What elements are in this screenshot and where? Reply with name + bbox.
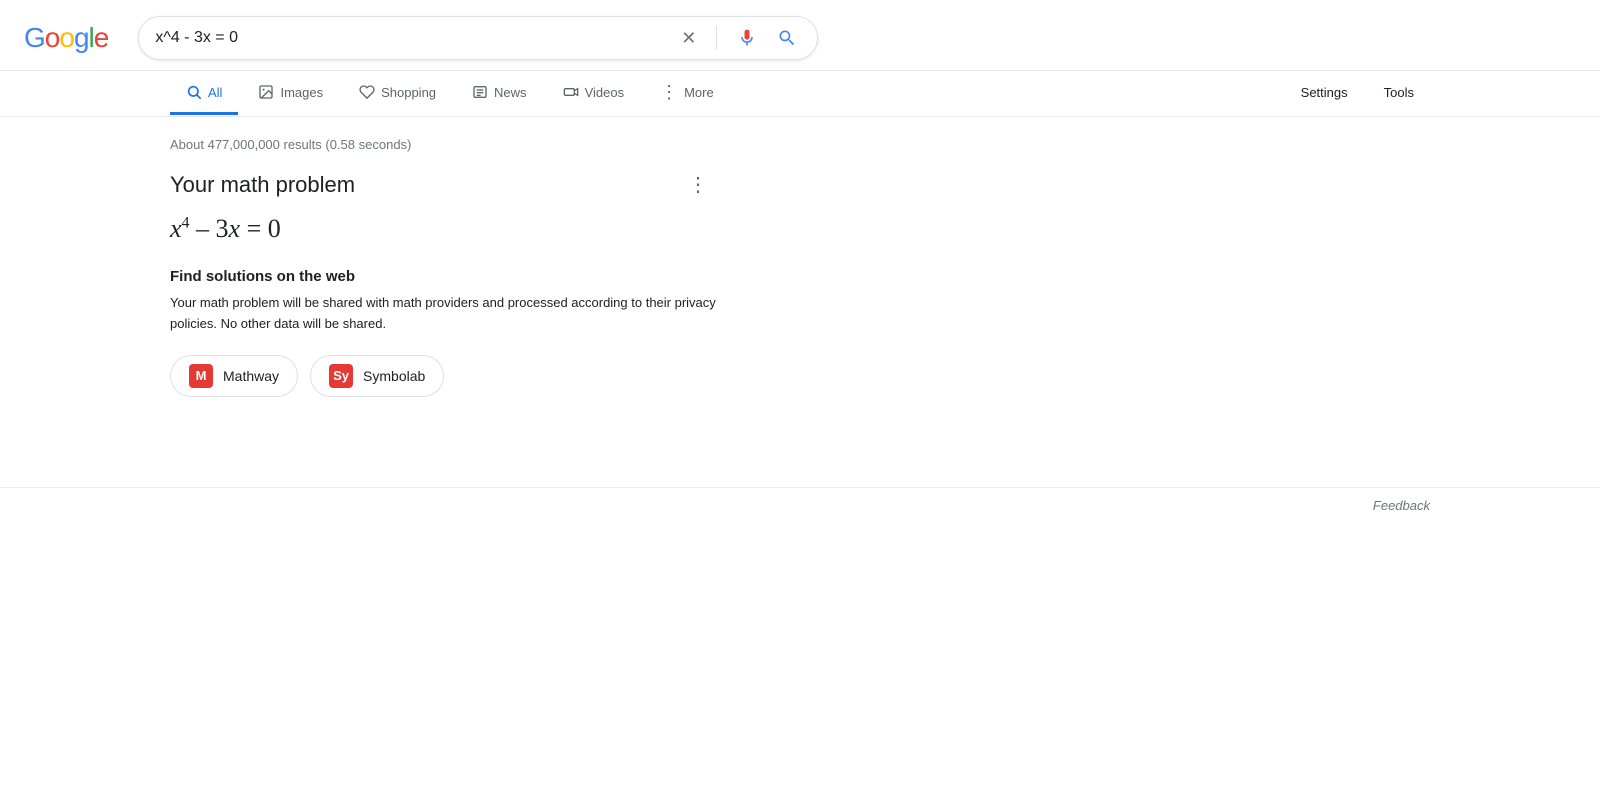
settings-link[interactable]: Settings — [1285, 73, 1364, 115]
tab-news[interactable]: News — [456, 72, 543, 115]
math-card-menu-button[interactable]: ⋮ — [688, 172, 710, 197]
tab-news-label: News — [494, 85, 527, 100]
search-bar: ✕ — [138, 16, 818, 60]
symbolab-label: Symbolab — [363, 368, 425, 384]
mathway-button[interactable]: M Mathway — [170, 355, 298, 397]
search-bar-wrapper: ✕ — [138, 16, 818, 60]
logo-letter-e: e — [94, 22, 109, 54]
symbolab-button[interactable]: Sy Symbolab — [310, 355, 444, 397]
settings-label: Settings — [1301, 85, 1348, 100]
tab-videos-label: Videos — [585, 85, 625, 100]
search-button[interactable] — [773, 24, 801, 52]
tab-images-label: Images — [280, 85, 323, 100]
tab-more[interactable]: ⋮ More — [644, 71, 730, 116]
clear-button[interactable]: ✕ — [677, 24, 700, 53]
voice-search-button[interactable] — [733, 24, 761, 52]
logo-letter-g: G — [24, 22, 45, 54]
symbolab-icon: Sy — [329, 364, 353, 388]
mathway-icon: M — [189, 364, 213, 388]
mathway-label: Mathway — [223, 368, 279, 384]
logo-letter-o2: o — [59, 22, 74, 54]
math-card-title: Your math problem — [170, 172, 730, 198]
tab-more-label: More — [684, 85, 714, 100]
images-icon — [258, 84, 274, 100]
header: Google ✕ — [0, 0, 1600, 71]
nav-right: Settings Tools — [1285, 73, 1430, 115]
shopping-icon — [359, 84, 375, 100]
main-content: About 477,000,000 results (0.58 seconds)… — [0, 117, 900, 447]
tools-link[interactable]: Tools — [1368, 73, 1430, 115]
google-logo[interactable]: Google — [24, 22, 108, 54]
nav-tabs: All Images Shopping News Videos ⋮ More S… — [0, 71, 1600, 117]
tab-shopping-label: Shopping — [381, 85, 436, 100]
tab-all-label: All — [208, 85, 222, 100]
videos-icon — [563, 84, 579, 100]
tab-shopping[interactable]: Shopping — [343, 72, 452, 115]
math-card: ⋮ Your math problem x4 – 3x = 0 Find sol… — [170, 172, 730, 397]
feedback-link[interactable]: Feedback — [1373, 498, 1430, 513]
search-icons: ✕ — [677, 24, 801, 53]
more-icon: ⋮ — [660, 83, 678, 101]
math-equation: x4 – 3x = 0 — [170, 214, 730, 244]
tab-videos[interactable]: Videos — [547, 72, 641, 115]
logo-letter-g2: g — [74, 22, 89, 54]
tools-label: Tools — [1384, 85, 1414, 100]
find-solutions-title: Find solutions on the web — [170, 268, 730, 285]
solver-buttons: M Mathway Sy Symbolab — [170, 355, 730, 397]
all-icon — [186, 84, 202, 100]
news-icon — [472, 84, 488, 100]
footer-bar: Feedback — [0, 487, 1600, 523]
find-solutions-desc: Your math problem will be shared with ma… — [170, 293, 730, 335]
logo-letter-o1: o — [45, 22, 60, 54]
search-input[interactable] — [155, 29, 677, 47]
results-count: About 477,000,000 results (0.58 seconds) — [170, 137, 730, 152]
search-divider — [716, 26, 717, 50]
tab-images[interactable]: Images — [242, 72, 339, 115]
tab-all[interactable]: All — [170, 72, 238, 115]
